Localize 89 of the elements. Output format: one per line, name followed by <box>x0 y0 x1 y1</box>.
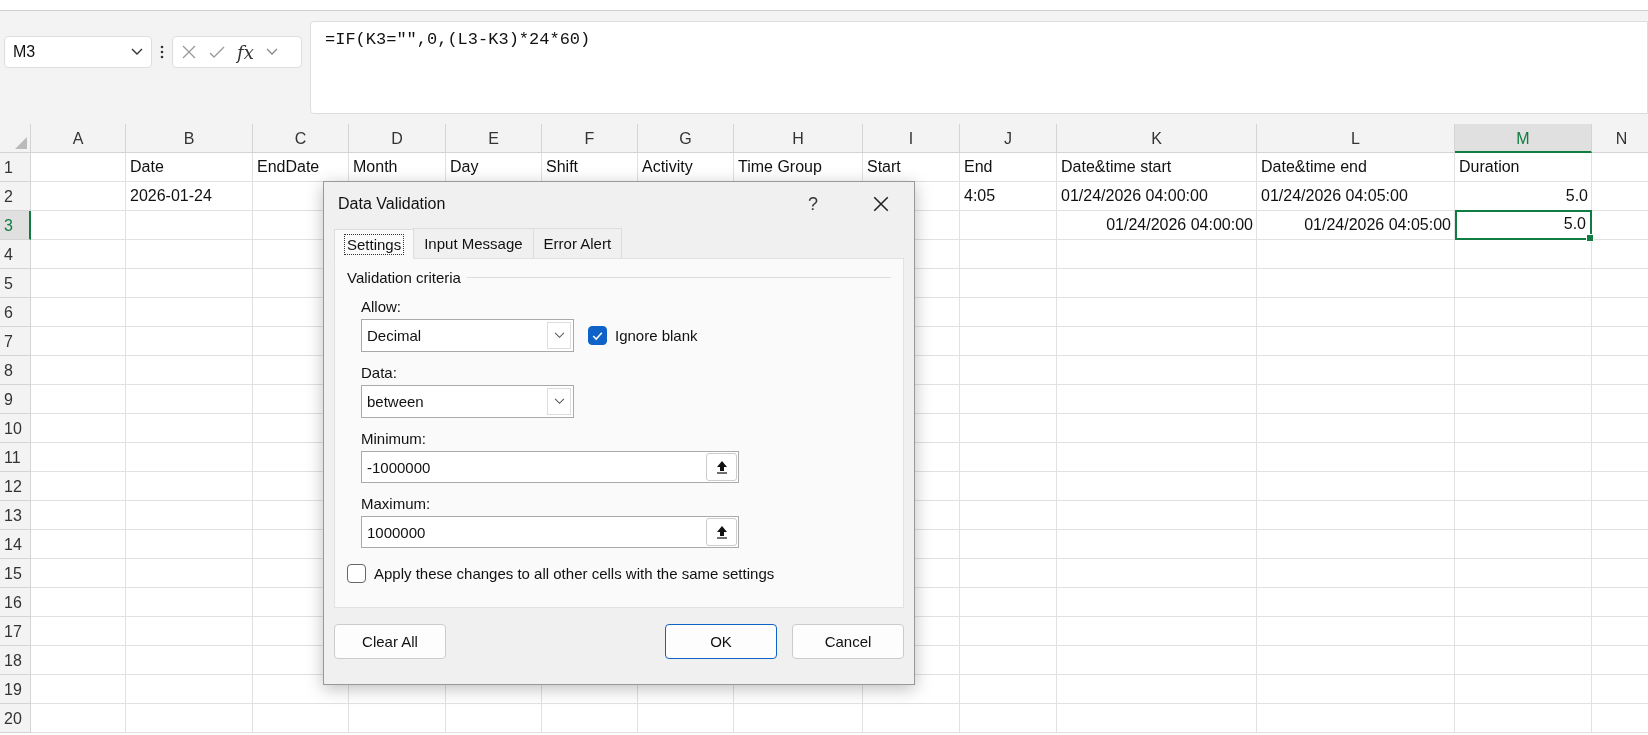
table-cell-text: 01/24/2026 04:05:00 <box>1260 186 1409 206</box>
table-cell-text: 4:05 <box>963 186 997 206</box>
table-cell-text: 01/24/2026 04:00:00 <box>1105 215 1254 235</box>
formula-input[interactable]: =IF(K3="",0,(L3-K3)*24*60) <box>310 21 1648 114</box>
minimum-input[interactable]: -1000000 <box>361 451 739 483</box>
table-cell-text: 01/24/2026 04:05:00 <box>1303 215 1452 235</box>
cancel-icon[interactable] <box>181 44 197 60</box>
column-header[interactable]: E <box>446 124 542 153</box>
row-header[interactable]: 17 <box>0 617 31 646</box>
row-header[interactable]: 8 <box>0 356 31 385</box>
table-cell-text: EndDate <box>256 157 321 177</box>
name-box[interactable]: M3 <box>4 36 152 68</box>
apply-all-checkbox[interactable] <box>347 564 366 583</box>
column-header[interactable]: J <box>960 124 1057 153</box>
table-cell-text: Time Group <box>737 157 823 177</box>
table-cell-text: Start <box>866 157 902 177</box>
table-cell-text: End <box>963 157 994 177</box>
row-header[interactable]: 1 <box>0 153 31 182</box>
column-header[interactable]: N <box>1592 124 1648 153</box>
dialog-button[interactable]: Cancel <box>792 624 904 659</box>
column-header[interactable]: H <box>734 124 863 153</box>
help-button[interactable]: ? <box>808 193 818 215</box>
column-header[interactable]: D <box>349 124 446 153</box>
more-options-icon[interactable] <box>160 45 164 59</box>
allow-label: Allow: <box>361 298 402 315</box>
row-header[interactable]: 9 <box>0 385 31 414</box>
row-header[interactable]: 15 <box>0 559 31 588</box>
data-dropdown[interactable]: between <box>361 385 574 418</box>
chevron-down-icon <box>553 332 565 339</box>
ignore-blank-checkbox[interactable] <box>588 326 607 345</box>
row-header[interactable]: 16 <box>0 588 31 617</box>
check-icon <box>591 329 604 342</box>
fill-handle[interactable] <box>1586 234 1594 242</box>
table-cell-text: Activity <box>641 157 694 177</box>
table-cell: 5.0 <box>1455 210 1592 240</box>
row-header[interactable]: 11 <box>0 443 31 472</box>
row-header[interactable]: 14 <box>0 530 31 559</box>
table-cell-text: 01/24/2026 04:00:00 <box>1060 186 1209 206</box>
row-header[interactable]: 20 <box>0 704 31 733</box>
maximum-input[interactable]: 1000000 <box>361 516 739 548</box>
minimum-label: Minimum: <box>361 430 427 447</box>
column-header[interactable]: M <box>1455 124 1592 153</box>
column-header[interactable]: C <box>253 124 349 153</box>
column-header[interactable]: L <box>1257 124 1455 153</box>
collapse-dialog-icon[interactable] <box>715 525 728 539</box>
row-header[interactable]: 13 <box>0 501 31 530</box>
row-header[interactable]: 3 <box>0 211 31 240</box>
dialog-tab[interactable]: Error Alert <box>532 228 623 258</box>
table-cell-text: 5.0 <box>1564 186 1589 206</box>
table-cell-text: Shift <box>545 157 579 177</box>
checkbox-label: Ignore blank <box>615 327 698 344</box>
column-header[interactable]: K <box>1057 124 1257 153</box>
close-icon[interactable] <box>872 195 890 213</box>
chevron-down-icon <box>553 398 565 405</box>
table-cell-text: Day <box>449 157 480 177</box>
row-header[interactable]: 19 <box>0 675 31 704</box>
chevron-down-icon[interactable] <box>131 48 143 56</box>
row-header[interactable]: 2 <box>0 182 31 211</box>
check-icon[interactable] <box>209 44 225 60</box>
collapse-dialog-icon[interactable] <box>715 460 728 474</box>
group-title: Validation criteria <box>347 269 461 286</box>
maximum-label: Maximum: <box>361 495 432 512</box>
row-header[interactable]: 6 <box>0 298 31 327</box>
dialog-tab[interactable]: Settings <box>334 229 415 259</box>
column-header[interactable]: A <box>31 124 126 153</box>
checkbox-label: Apply these changes to all other cells with the same settings <box>374 565 775 582</box>
data-label: Data: <box>361 364 398 381</box>
table-cell-text: Date <box>129 157 165 177</box>
insert-function-button[interactable]: fx <box>237 41 254 63</box>
table-cell-text: Date&time end <box>1260 157 1368 177</box>
table-cell-text: 2026-01-24 <box>129 186 213 206</box>
column-header[interactable]: F <box>542 124 638 153</box>
row-header[interactable]: 7 <box>0 327 31 356</box>
row-header[interactable]: 18 <box>0 646 31 675</box>
row-header[interactable]: 4 <box>0 240 31 269</box>
dialog-title: Data Validation <box>338 195 447 213</box>
table-cell-text: Duration <box>1458 157 1521 177</box>
dialog-button[interactable]: OK <box>665 624 777 659</box>
row-header[interactable]: 10 <box>0 414 31 443</box>
dialog-button[interactable]: Clear All <box>334 624 446 659</box>
row-header[interactable]: 12 <box>0 472 31 501</box>
table-cell-text: Date&time start <box>1060 157 1173 177</box>
triangle-icon <box>15 137 27 149</box>
allow-dropdown[interactable]: Decimal <box>361 319 574 352</box>
column-header[interactable]: I <box>863 124 960 153</box>
column-header[interactable]: B <box>126 124 253 153</box>
table-cell-text: Month <box>352 157 399 177</box>
row-header[interactable]: 5 <box>0 269 31 298</box>
column-header[interactable]: G <box>638 124 734 153</box>
